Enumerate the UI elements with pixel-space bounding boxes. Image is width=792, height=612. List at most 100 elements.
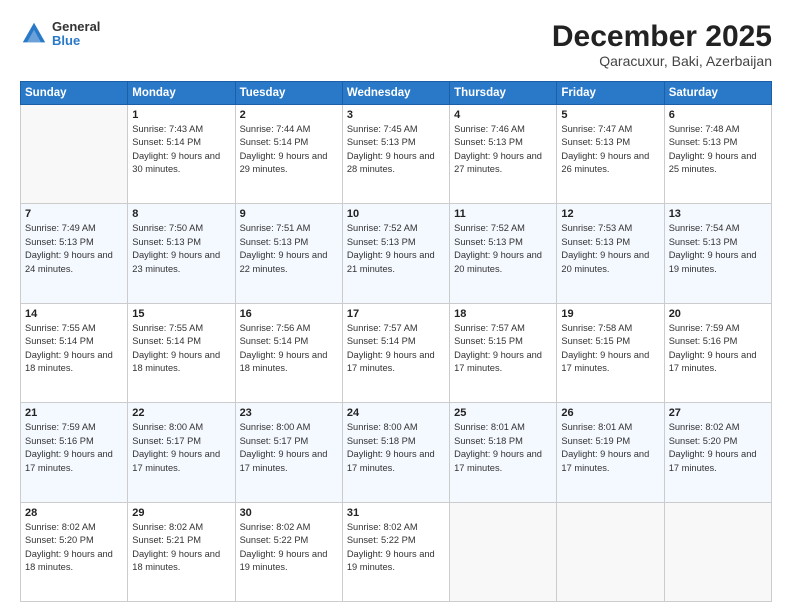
day-number: 21 bbox=[25, 407, 123, 419]
day-cell: 29 Sunrise: 8:02 AMSunset: 5:21 PMDayligh… bbox=[128, 502, 235, 601]
day-cell bbox=[450, 502, 557, 601]
day-number: 7 bbox=[25, 208, 123, 220]
day-cell: 24 Sunrise: 8:00 AMSunset: 5:18 PMDayligh… bbox=[342, 403, 449, 502]
day-cell: 6Sunrise: 7:48 AMSunset: 5:13 PMDaylight… bbox=[664, 105, 771, 204]
day-info: Sunrise: 7:59 AMSunset: 5:16 PMDaylight:… bbox=[25, 421, 123, 475]
day-number: 8 bbox=[132, 208, 230, 220]
logo: General Blue bbox=[20, 20, 100, 49]
day-cell: 12 Sunrise: 7:53 AMSunset: 5:13 PMDayligh… bbox=[557, 204, 664, 303]
day-info: Sunrise: 7:51 AMSunset: 5:13 PMDaylight:… bbox=[240, 222, 338, 276]
day-number: 1 bbox=[132, 109, 230, 121]
day-info: Sunrise: 8:01 AMSunset: 5:19 PMDaylight:… bbox=[561, 421, 659, 475]
day-cell: 23 Sunrise: 8:00 AMSunset: 5:17 PMDayligh… bbox=[235, 403, 342, 502]
day-number: 31 bbox=[347, 507, 445, 519]
day-number: 16 bbox=[240, 308, 338, 320]
day-cell bbox=[557, 502, 664, 601]
title-block: December 2025 Qaracuxur, Baki, Azerbaija… bbox=[552, 20, 772, 69]
month-title: December 2025 bbox=[552, 20, 772, 53]
day-number: 25 bbox=[454, 407, 552, 419]
day-cell: 26 Sunrise: 8:01 AMSunset: 5:19 PMDayligh… bbox=[557, 403, 664, 502]
day-number: 10 bbox=[347, 208, 445, 220]
location: Qaracuxur, Baki, Azerbaijan bbox=[552, 53, 772, 69]
day-cell: 19Sunrise: 7:58 AMSunset: 5:15 PMDayligh… bbox=[557, 303, 664, 402]
day-info: Sunrise: 8:02 AMSunset: 5:21 PMDaylight:… bbox=[132, 521, 230, 575]
day-cell: 11Sunrise: 7:52 AMSunset: 5:13 PMDayligh… bbox=[450, 204, 557, 303]
day-number: 18 bbox=[454, 308, 552, 320]
day-number: 9 bbox=[240, 208, 338, 220]
day-info: Sunrise: 8:00 AMSunset: 5:17 PMDaylight:… bbox=[132, 421, 230, 475]
calendar-body: 1 Sunrise: 7:43 AMSunset: 5:14 PMDaylight… bbox=[21, 105, 772, 602]
day-cell: 7 Sunrise: 7:49 AMSunset: 5:13 PMDaylight… bbox=[21, 204, 128, 303]
day-number: 26 bbox=[561, 407, 659, 419]
day-number: 19 bbox=[561, 308, 659, 320]
day-info: Sunrise: 7:49 AMSunset: 5:13 PMDaylight:… bbox=[25, 222, 123, 276]
day-number: 15 bbox=[132, 308, 230, 320]
day-info: Sunrise: 7:55 AMSunset: 5:14 PMDaylight:… bbox=[132, 322, 230, 376]
week-row-3: 21 Sunrise: 7:59 AMSunset: 5:16 PMDayligh… bbox=[21, 403, 772, 502]
day-cell: 1 Sunrise: 7:43 AMSunset: 5:14 PMDaylight… bbox=[128, 105, 235, 204]
day-info: Sunrise: 7:50 AMSunset: 5:13 PMDaylight:… bbox=[132, 222, 230, 276]
logo-text: General Blue bbox=[52, 20, 100, 49]
day-of-week-sunday: Sunday bbox=[21, 82, 128, 105]
day-cell: 13 Sunrise: 7:54 AMSunset: 5:13 PMDayligh… bbox=[664, 204, 771, 303]
day-cell: 21 Sunrise: 7:59 AMSunset: 5:16 PMDayligh… bbox=[21, 403, 128, 502]
day-info: Sunrise: 8:02 AMSunset: 5:20 PMDaylight:… bbox=[669, 421, 767, 475]
days-of-week-row: SundayMondayTuesdayWednesdayThursdayFrid… bbox=[21, 82, 772, 105]
logo-icon bbox=[20, 20, 48, 48]
day-number: 27 bbox=[669, 407, 767, 419]
day-number: 13 bbox=[669, 208, 767, 220]
day-info: Sunrise: 7:57 AMSunset: 5:14 PMDaylight:… bbox=[347, 322, 445, 376]
day-info: Sunrise: 8:00 AMSunset: 5:17 PMDaylight:… bbox=[240, 421, 338, 475]
day-info: Sunrise: 7:55 AMSunset: 5:14 PMDaylight:… bbox=[25, 322, 123, 376]
day-cell: 10Sunrise: 7:52 AMSunset: 5:13 PMDayligh… bbox=[342, 204, 449, 303]
day-cell: 15 Sunrise: 7:55 AMSunset: 5:14 PMDayligh… bbox=[128, 303, 235, 402]
week-row-4: 28Sunrise: 8:02 AMSunset: 5:20 PMDayligh… bbox=[21, 502, 772, 601]
day-number: 11 bbox=[454, 208, 552, 220]
day-info: Sunrise: 8:01 AMSunset: 5:18 PMDaylight:… bbox=[454, 421, 552, 475]
day-cell: 8 Sunrise: 7:50 AMSunset: 5:13 PMDaylight… bbox=[128, 204, 235, 303]
day-number: 14 bbox=[25, 308, 123, 320]
day-info: Sunrise: 7:46 AMSunset: 5:13 PMDaylight:… bbox=[454, 123, 552, 177]
day-info: Sunrise: 7:44 AMSunset: 5:14 PMDaylight:… bbox=[240, 123, 338, 177]
day-info: Sunrise: 7:54 AMSunset: 5:13 PMDaylight:… bbox=[669, 222, 767, 276]
day-number: 23 bbox=[240, 407, 338, 419]
day-of-week-thursday: Thursday bbox=[450, 82, 557, 105]
day-cell: 22Sunrise: 8:00 AMSunset: 5:17 PMDayligh… bbox=[128, 403, 235, 502]
calendar-header: SundayMondayTuesdayWednesdayThursdayFrid… bbox=[21, 82, 772, 105]
day-info: Sunrise: 7:53 AMSunset: 5:13 PMDaylight:… bbox=[561, 222, 659, 276]
day-cell: 18 Sunrise: 7:57 AMSunset: 5:15 PMDayligh… bbox=[450, 303, 557, 402]
day-info: Sunrise: 8:00 AMSunset: 5:18 PMDaylight:… bbox=[347, 421, 445, 475]
day-info: Sunrise: 7:56 AMSunset: 5:14 PMDaylight:… bbox=[240, 322, 338, 376]
day-number: 12 bbox=[561, 208, 659, 220]
day-info: Sunrise: 7:48 AMSunset: 5:13 PMDaylight:… bbox=[669, 123, 767, 177]
day-of-week-wednesday: Wednesday bbox=[342, 82, 449, 105]
day-cell: 5 Sunrise: 7:47 AMSunset: 5:13 PMDaylight… bbox=[557, 105, 664, 204]
day-info: Sunrise: 7:45 AMSunset: 5:13 PMDaylight:… bbox=[347, 123, 445, 177]
day-number: 3 bbox=[347, 109, 445, 121]
day-number: 20 bbox=[669, 308, 767, 320]
day-cell: 25 Sunrise: 8:01 AMSunset: 5:18 PMDayligh… bbox=[450, 403, 557, 502]
week-row-1: 7 Sunrise: 7:49 AMSunset: 5:13 PMDaylight… bbox=[21, 204, 772, 303]
day-number: 24 bbox=[347, 407, 445, 419]
header: General Blue December 2025 Qaracuxur, Ba… bbox=[20, 20, 772, 69]
week-row-2: 14 Sunrise: 7:55 AMSunset: 5:14 PMDayligh… bbox=[21, 303, 772, 402]
day-number: 4 bbox=[454, 109, 552, 121]
day-info: Sunrise: 7:59 AMSunset: 5:16 PMDaylight:… bbox=[669, 322, 767, 376]
day-cell: 3 Sunrise: 7:45 AMSunset: 5:13 PMDaylight… bbox=[342, 105, 449, 204]
day-info: Sunrise: 7:57 AMSunset: 5:15 PMDaylight:… bbox=[454, 322, 552, 376]
day-cell: 17 Sunrise: 7:57 AMSunset: 5:14 PMDayligh… bbox=[342, 303, 449, 402]
day-of-week-monday: Monday bbox=[128, 82, 235, 105]
day-of-week-saturday: Saturday bbox=[664, 82, 771, 105]
day-number: 17 bbox=[347, 308, 445, 320]
calendar-table: SundayMondayTuesdayWednesdayThursdayFrid… bbox=[20, 81, 772, 602]
day-of-week-friday: Friday bbox=[557, 82, 664, 105]
day-cell: 20 Sunrise: 7:59 AMSunset: 5:16 PMDayligh… bbox=[664, 303, 771, 402]
day-info: Sunrise: 7:47 AMSunset: 5:13 PMDaylight:… bbox=[561, 123, 659, 177]
logo-general: General bbox=[52, 20, 100, 34]
day-info: Sunrise: 8:02 AMSunset: 5:22 PMDaylight:… bbox=[347, 521, 445, 575]
day-number: 29 bbox=[132, 507, 230, 519]
week-row-0: 1 Sunrise: 7:43 AMSunset: 5:14 PMDaylight… bbox=[21, 105, 772, 204]
day-info: Sunrise: 7:43 AMSunset: 5:14 PMDaylight:… bbox=[132, 123, 230, 177]
day-number: 5 bbox=[561, 109, 659, 121]
day-cell: 2Sunrise: 7:44 AMSunset: 5:14 PMDaylight… bbox=[235, 105, 342, 204]
